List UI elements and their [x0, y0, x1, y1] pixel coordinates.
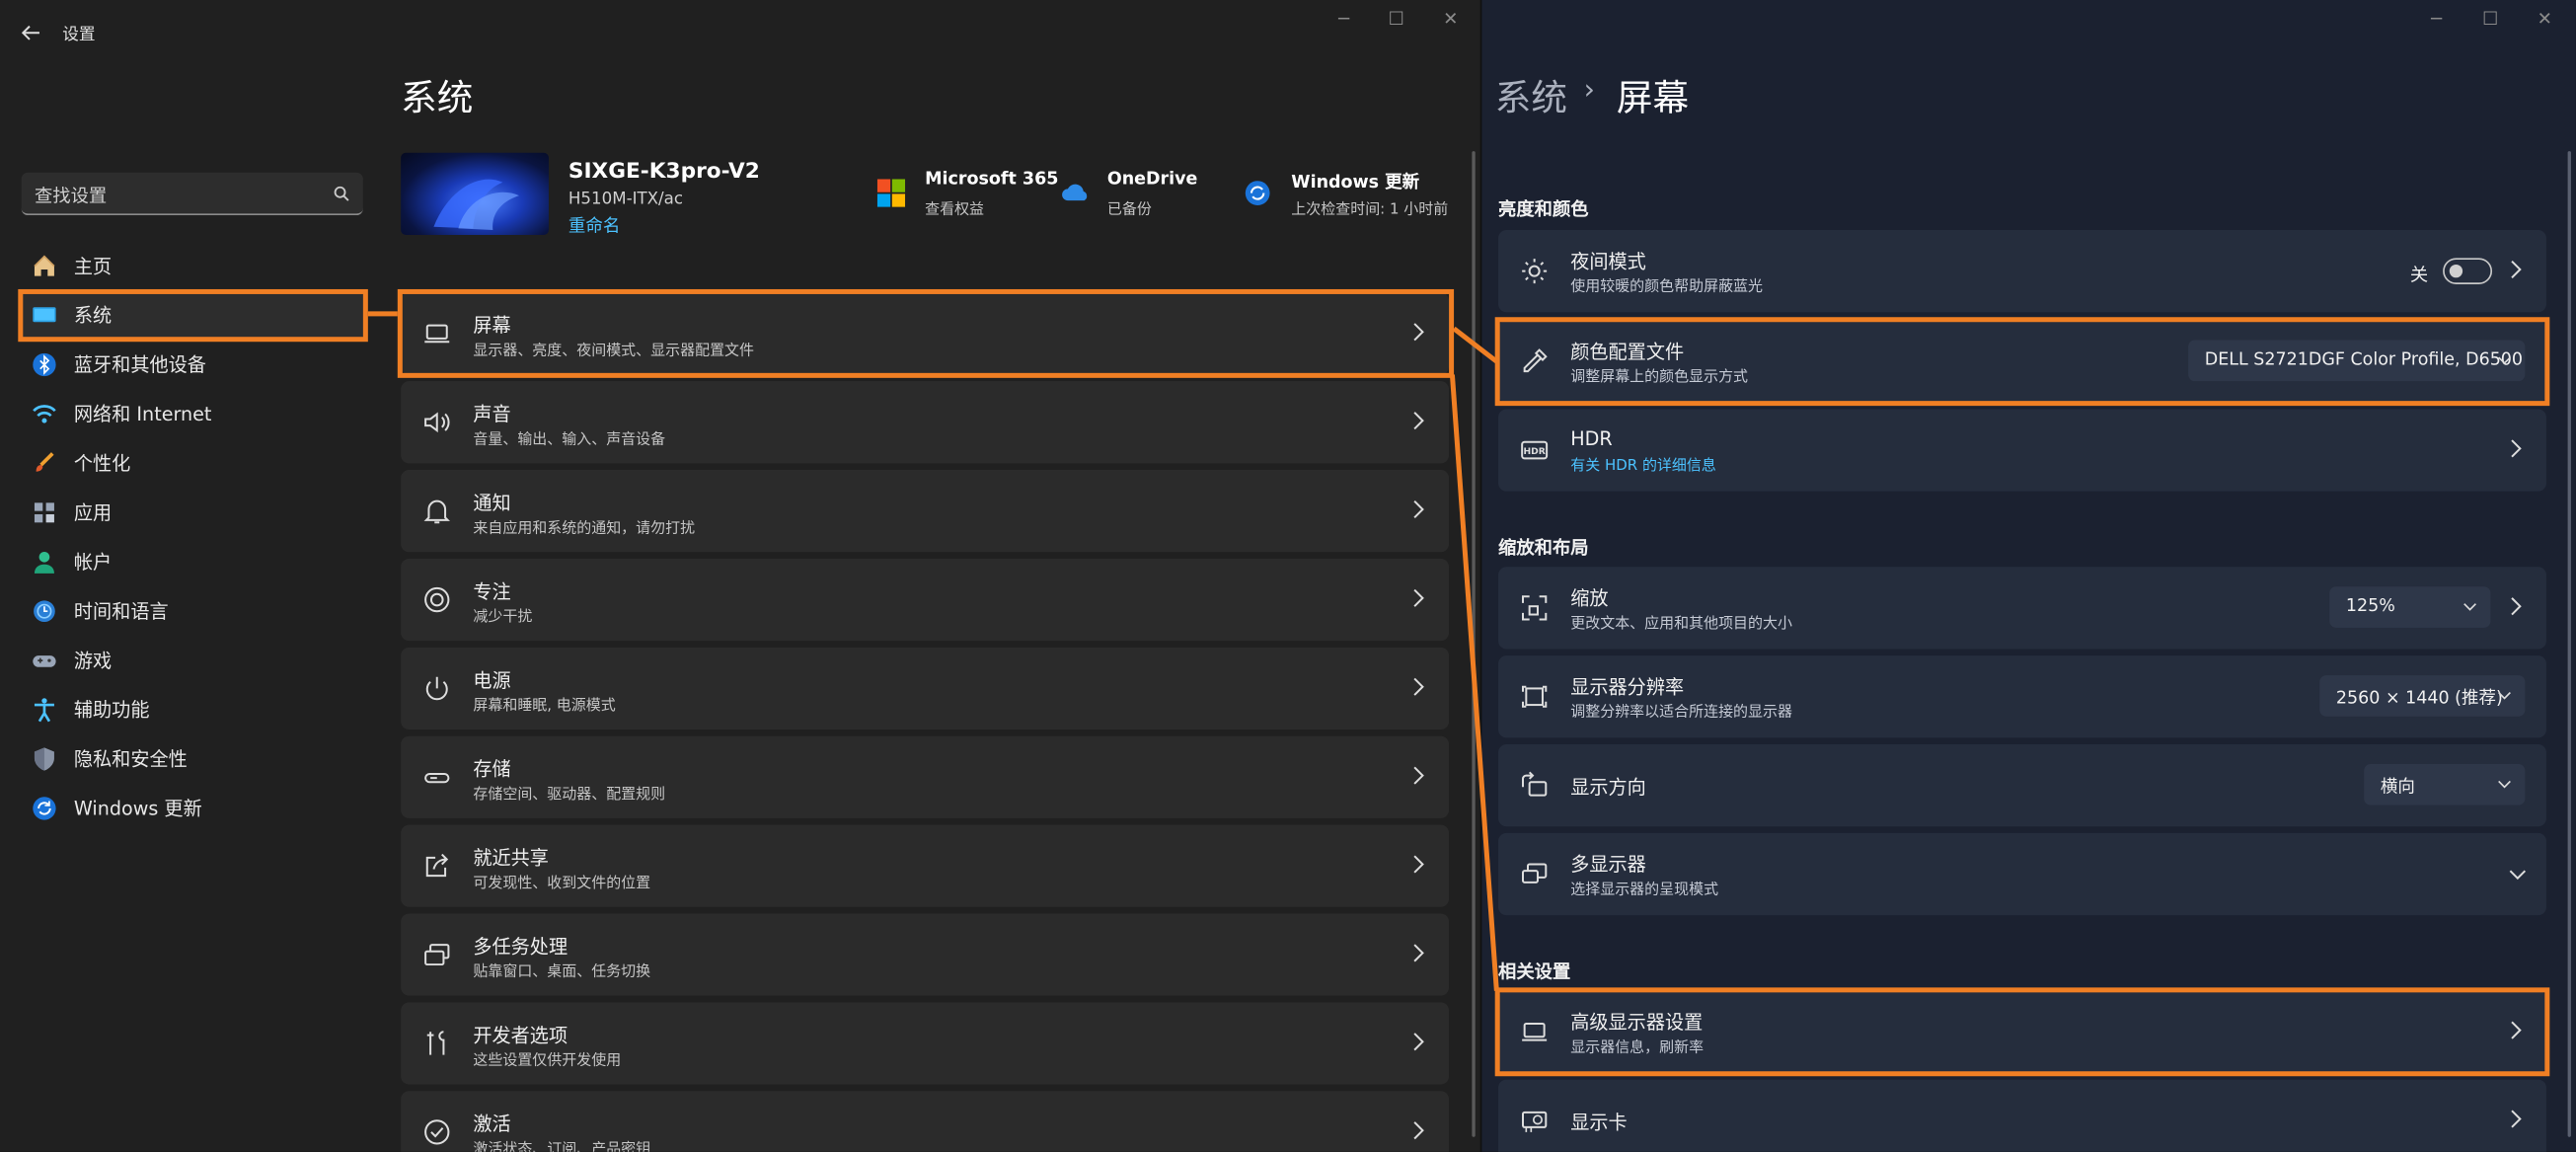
connector-line	[1452, 326, 1498, 364]
connector-line	[1449, 374, 1499, 991]
connector-lines	[367, 311, 1499, 991]
